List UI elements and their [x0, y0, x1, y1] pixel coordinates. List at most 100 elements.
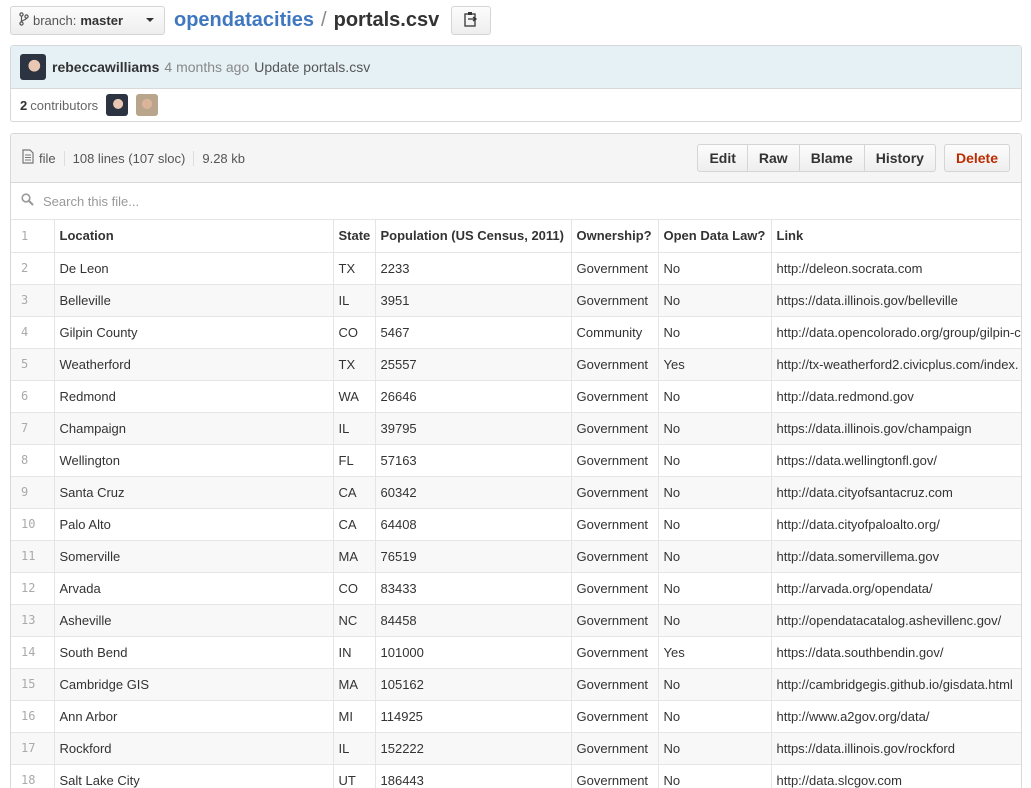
line-number[interactable]: 11 [11, 540, 55, 572]
table-row: 2 De Leon TX 2233 Government No http://deleon.… [11, 252, 1021, 284]
table-cell: 83433 [375, 572, 572, 604]
table-cell: No [658, 764, 772, 788]
table-cell: De Leon [54, 252, 334, 284]
table-cell: CO [333, 316, 376, 348]
raw-button[interactable]: Raw [746, 145, 799, 171]
table-cell: Yes [658, 348, 772, 380]
table-cell: No [658, 476, 772, 508]
table-cell: CO [333, 572, 376, 604]
table-cell: 76519 [375, 540, 572, 572]
table-cell: MI [333, 700, 376, 732]
line-number[interactable]: 18 [11, 764, 55, 788]
table-cell: No [658, 316, 772, 348]
file-search-row [11, 183, 1021, 220]
avatar[interactable] [20, 54, 46, 80]
commit-time: 4 months ago [164, 59, 250, 75]
table-cell: Wellington [54, 444, 334, 476]
line-number[interactable]: 7 [11, 412, 55, 444]
table-cell: Government [571, 732, 659, 764]
table-cell: Redmond [54, 380, 334, 412]
table-cell: IL [333, 284, 376, 316]
blame-button[interactable]: Blame [798, 145, 864, 171]
delete-button[interactable]: Delete [943, 144, 1010, 172]
line-number[interactable]: 13 [11, 604, 55, 636]
table-cell: Palo Alto [54, 508, 334, 540]
table-cell: Government [571, 604, 659, 636]
file-icon [22, 149, 34, 167]
file-lines: 108 lines (107 sloc) [63, 150, 194, 166]
line-number[interactable]: 2 [11, 252, 55, 284]
commit-message[interactable]: Update portals.csv [254, 59, 370, 75]
table-cell: http://opendatacatalog.ashevillenc.gov/ [771, 604, 1021, 636]
table-cell: No [658, 604, 772, 636]
top-bar: branch: master opendatacities / portals.… [10, 5, 492, 35]
column-header: Ownership? [571, 220, 659, 252]
latest-commit-box: rebeccawilliams 4 months ago Update port… [10, 45, 1022, 122]
table-cell: 114925 [375, 700, 572, 732]
table-cell: Champaign [54, 412, 334, 444]
search-input[interactable] [43, 193, 443, 209]
line-number[interactable]: 4 [11, 316, 55, 348]
table-cell: http://data.cityofsantacruz.com [771, 476, 1021, 508]
table-cell: Gilpin County [54, 316, 334, 348]
file-type-label: file [39, 150, 56, 166]
table-cell: 39795 [375, 412, 572, 444]
column-header: Open Data Law? [658, 220, 772, 252]
table-cell: http://cambridgegis.github.io/gisdata.ht… [771, 668, 1021, 700]
table-cell: 57163 [375, 444, 572, 476]
line-number[interactable]: 1 [11, 220, 55, 252]
contributors-count[interactable]: 2 [20, 98, 27, 113]
branch-prefix: branch: [33, 12, 77, 28]
table-cell: No [658, 380, 772, 412]
line-number[interactable]: 10 [11, 508, 55, 540]
table-cell: Arvada [54, 572, 334, 604]
table-cell: http://data.opencolorado.org/group/gilpi… [771, 316, 1021, 348]
line-number[interactable]: 16 [11, 700, 55, 732]
table-row: 18 Salt Lake City UT 186443 Government No http… [11, 764, 1021, 788]
table-cell: https://data.illinois.gov/rockford [771, 732, 1021, 764]
repo-link[interactable]: opendatacities [174, 9, 314, 32]
table-cell: No [658, 412, 772, 444]
table-cell: Government [571, 284, 659, 316]
line-number[interactable]: 15 [11, 668, 55, 700]
table-cell: NC [333, 604, 376, 636]
copy-path-button[interactable] [451, 5, 492, 35]
line-number[interactable]: 17 [11, 732, 55, 764]
line-number[interactable]: 3 [11, 284, 55, 316]
line-number[interactable]: 14 [11, 636, 55, 668]
table-cell: Cambridge GIS [54, 668, 334, 700]
line-number[interactable]: 9 [11, 476, 55, 508]
table-cell: WA [333, 380, 376, 412]
table-cell: Rockford [54, 732, 334, 764]
table-cell: CA [333, 476, 376, 508]
commit-author[interactable]: rebeccawilliams [52, 59, 159, 75]
table-cell: IN [333, 636, 376, 668]
branch-icon [19, 11, 29, 29]
column-header: Population (US Census, 2011) [375, 220, 572, 252]
contributors-row: 2 contributors [11, 89, 1021, 121]
edit-button[interactable]: Edit [698, 145, 746, 171]
table-row: 6 Redmond WA 26646 Government No http://data.r… [11, 380, 1021, 412]
history-button[interactable]: History [863, 145, 935, 171]
branch-selector[interactable]: branch: master [10, 5, 165, 35]
file-size: 9.28 kb [193, 150, 253, 166]
search-icon [21, 193, 34, 209]
contributors-label[interactable]: contributors [30, 98, 98, 113]
avatar[interactable] [106, 94, 129, 116]
table-row: 14 South Bend IN 101000 Government Yes https:/… [11, 636, 1021, 668]
table-row: 17 Rockford IL 152222 Government No https://da… [11, 732, 1021, 764]
table-header-row: 1 Location State Population (US Census, … [11, 220, 1021, 252]
file-name: portals.csv [333, 8, 440, 31]
table-cell: 25557 [375, 348, 572, 380]
line-number[interactable]: 6 [11, 380, 55, 412]
table-cell: Government [571, 444, 659, 476]
avatar[interactable] [136, 94, 159, 116]
line-number[interactable]: 5 [11, 348, 55, 380]
line-number[interactable]: 12 [11, 572, 55, 604]
table-cell: https://data.southbendin.gov/ [771, 636, 1021, 668]
table-cell: Santa Cruz [54, 476, 334, 508]
line-number[interactable]: 8 [11, 444, 55, 476]
table-row: 3 Belleville IL 3951 Government No https://dat… [11, 284, 1021, 316]
table-cell: 5467 [375, 316, 572, 348]
table-cell: No [658, 668, 772, 700]
